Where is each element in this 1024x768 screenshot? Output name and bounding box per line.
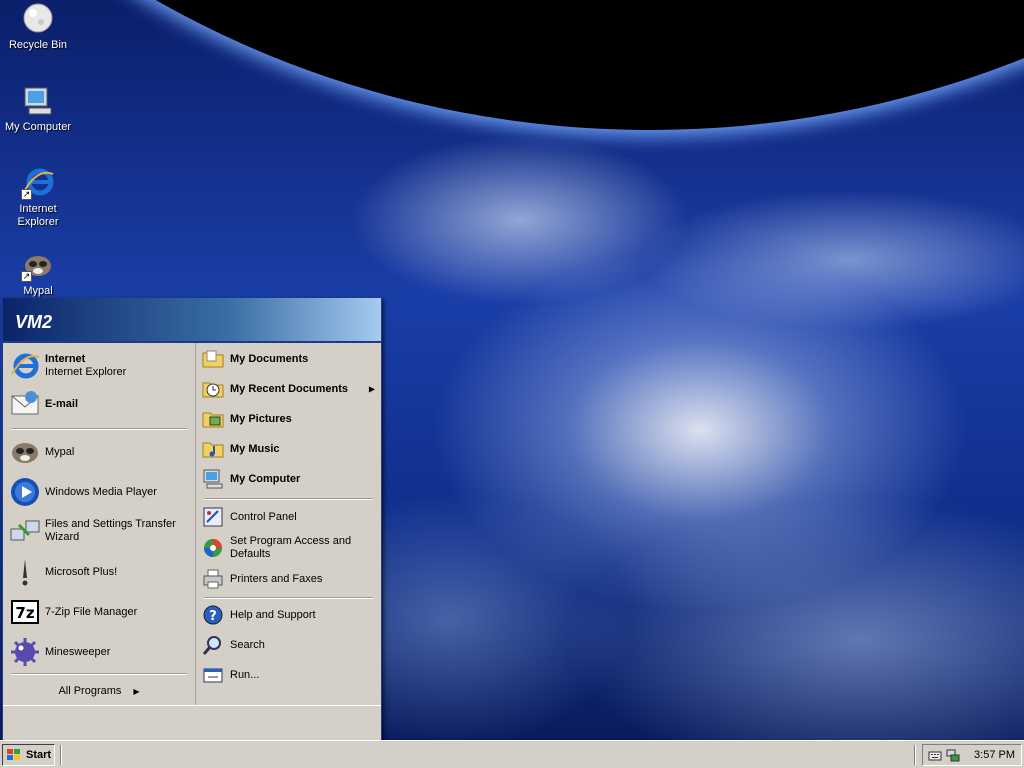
program-access-icon xyxy=(202,537,224,559)
desktop-icon-mypal[interactable]: ↗ Mypal xyxy=(0,248,76,298)
menu-item-control-panel[interactable]: Control Panel xyxy=(196,503,381,531)
printer-icon xyxy=(202,568,224,590)
chevron-right-icon: ▶ xyxy=(133,686,140,696)
menu-item-label: 7-Zip File Manager xyxy=(45,605,138,618)
keyboard-icon[interactable] xyxy=(928,748,942,762)
svg-text:7z: 7z xyxy=(15,604,34,622)
svg-text:?: ? xyxy=(209,609,217,624)
recent-documents-icon xyxy=(202,378,224,400)
menu-item-title: E-mail xyxy=(45,397,79,410)
menu-item-my-documents[interactable]: My Documents xyxy=(196,345,381,373)
menu-item-label: Set Program Access and Defaults xyxy=(230,535,352,560)
menu-item-label: My Computer xyxy=(230,472,301,485)
user-name: VM2 xyxy=(15,312,53,332)
menu-separator xyxy=(11,673,187,675)
system-tray: 3:57 PM xyxy=(922,744,1022,766)
menu-separator xyxy=(11,428,187,430)
menu-item-label: Files and Settings Transfer Wizard xyxy=(45,518,176,543)
taskbar-divider xyxy=(60,745,62,765)
menu-item-transfer-wizard[interactable]: Files and Settings Transfer Wizard xyxy=(3,513,195,549)
menu-item-7zip[interactable]: 7z 7-Zip File Manager xyxy=(3,595,195,629)
transfer-wizard-icon xyxy=(9,515,41,547)
menu-item-label: Minesweeper xyxy=(45,645,111,658)
internet-explorer-icon: ↗ xyxy=(21,166,55,200)
menu-item-my-music[interactable]: My Music xyxy=(196,435,381,463)
desktop-icon-recycle-bin[interactable]: Recycle Bin xyxy=(0,2,76,52)
start-button[interactable]: Start xyxy=(2,744,55,766)
menu-item-label: Search xyxy=(230,638,265,651)
space-background xyxy=(0,0,1024,130)
menu-item-label: Windows Media Player xyxy=(45,485,157,498)
start-menu-footer xyxy=(3,705,381,740)
menu-item-label: Microsoft Plus! xyxy=(45,565,118,578)
all-programs-label: All Programs xyxy=(58,685,122,697)
menu-item-my-pictures[interactable]: My Pictures xyxy=(196,405,381,433)
my-computer-icon xyxy=(21,84,55,118)
menu-item-help-support[interactable]: ? Help and Support xyxy=(196,601,381,629)
desktop-icon-my-computer[interactable]: My Computer xyxy=(0,84,76,134)
start-menu-left-pane: Internet Internet Explorer E-mail Mypal xyxy=(3,343,196,705)
run-icon xyxy=(202,664,224,686)
menu-item-minesweeper[interactable]: Minesweeper xyxy=(3,635,195,669)
network-icon[interactable] xyxy=(946,748,960,762)
menu-item-label: My Recent Documents xyxy=(230,382,348,395)
menu-item-internet[interactable]: Internet Internet Explorer xyxy=(3,347,195,385)
clock[interactable]: 3:57 PM xyxy=(974,749,1015,761)
windows-logo-icon xyxy=(6,748,22,762)
menu-separator xyxy=(204,597,373,599)
microsoft-plus-icon xyxy=(9,556,41,588)
all-programs-button[interactable]: All Programs ▶ xyxy=(3,680,195,702)
menu-item-label: My Pictures xyxy=(230,412,292,425)
desktop-icon-label: Recycle Bin xyxy=(8,39,68,51)
email-icon xyxy=(9,388,41,420)
desktop-icon-label: My Computer xyxy=(4,121,72,133)
my-documents-icon xyxy=(202,348,224,370)
menu-item-label: Run... xyxy=(230,668,260,681)
minesweeper-icon xyxy=(9,636,41,668)
menu-item-run[interactable]: Run... xyxy=(196,661,381,689)
mypal-icon xyxy=(9,436,41,468)
shortcut-arrow-icon: ↗ xyxy=(21,189,32,200)
menu-item-printers-faxes[interactable]: Printers and Faxes xyxy=(196,565,381,593)
menu-item-my-computer[interactable]: My Computer xyxy=(196,465,381,493)
menu-item-email[interactable]: E-mail xyxy=(3,387,195,421)
menu-item-label: Help and Support xyxy=(230,608,316,621)
media-player-icon xyxy=(9,476,41,508)
desktop-icon-label: Internet Explorer xyxy=(17,203,59,228)
recycle-bin-icon xyxy=(21,2,55,36)
menu-item-label: My Music xyxy=(230,442,280,455)
menu-item-search[interactable]: Search xyxy=(196,631,381,659)
my-computer-icon xyxy=(202,468,224,490)
7zip-icon: 7z xyxy=(9,596,41,628)
shortcut-arrow-icon: ↗ xyxy=(21,271,32,282)
menu-separator xyxy=(204,498,373,500)
menu-item-title: Internet xyxy=(45,353,86,365)
menu-item-label: Control Panel xyxy=(230,510,297,523)
menu-item-label: Mypal xyxy=(45,445,75,458)
menu-item-subtitle: Internet Explorer xyxy=(45,366,127,378)
menu-item-recent-documents[interactable]: My Recent Documents ▶ xyxy=(196,375,381,403)
menu-item-windows-media-player[interactable]: Windows Media Player xyxy=(3,475,195,509)
start-menu-header: VM2 xyxy=(3,298,381,343)
my-music-icon xyxy=(202,438,224,460)
start-label: Start xyxy=(26,749,52,761)
internet-explorer-icon xyxy=(9,350,41,382)
menu-item-mypal[interactable]: Mypal xyxy=(3,435,195,469)
mypal-icon: ↗ xyxy=(21,248,55,282)
control-panel-icon xyxy=(202,506,224,528)
search-icon xyxy=(202,634,224,656)
my-pictures-icon xyxy=(202,408,224,430)
menu-item-microsoft-plus[interactable]: Microsoft Plus! xyxy=(3,555,195,589)
chevron-right-icon: ▶ xyxy=(368,384,375,394)
menu-item-program-access[interactable]: Set Program Access and Defaults xyxy=(196,531,381,565)
menu-item-label: Printers and Faxes xyxy=(230,572,323,585)
taskbar: Start 3:57 PM xyxy=(0,740,1024,768)
taskbar-divider xyxy=(914,745,916,765)
start-menu-right-pane: My Documents My Recent Documents ▶ My Pi… xyxy=(196,343,381,705)
desktop-icon-internet-explorer[interactable]: ↗ Internet Explorer xyxy=(0,166,76,229)
start-menu: VM2 Internet Internet Explorer E-mail My… xyxy=(2,297,382,741)
help-icon: ? xyxy=(202,604,224,626)
menu-item-label: My Documents xyxy=(230,352,309,365)
